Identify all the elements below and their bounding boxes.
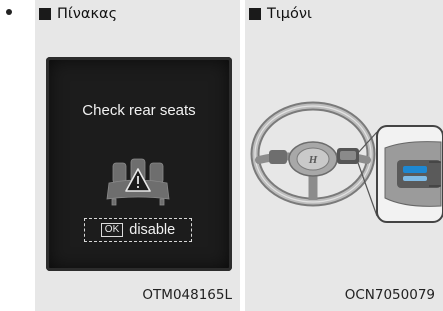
cluster-panel-title: Πίνακας [57,6,118,22]
cluster-figure-code: OTM048165L [142,287,232,303]
bullet-icon [6,9,12,15]
square-icon [249,8,261,20]
display-message: Check rear seats [82,102,196,119]
steering-wheel-illustration: H [250,101,443,223]
square-icon [39,8,51,20]
cluster-display: Check rear seats OK disable [46,57,232,271]
cluster-panel: Πίνακας Check rear seats OK disable OTM0… [35,0,240,311]
steering-figure-code: OCN7050079 [344,287,435,303]
rear-seats-warning-icon [106,158,170,206]
svg-text:H: H [308,154,318,166]
disable-option: OK disable [84,218,192,242]
disable-label: disable [129,222,176,238]
cluster-panel-header: Πίνακας [39,5,117,23]
steering-panel-title: Τιμόνι [267,6,312,22]
ok-key-icon: OK [100,223,124,237]
steering-panel: Τιμόνι H OCN7050079 [245,0,443,311]
steering-panel-header: Τιμόνι [249,5,312,23]
